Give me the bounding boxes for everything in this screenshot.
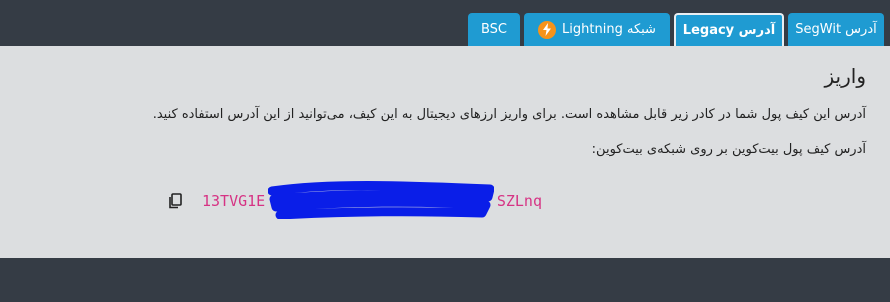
redaction-scribble xyxy=(268,181,494,219)
copy-icon[interactable] xyxy=(168,193,182,209)
tab-bsc[interactable]: BSC xyxy=(468,13,520,46)
tab-bsc-label: BSC xyxy=(480,22,508,37)
tab-lightning-label: شبکه Lightning xyxy=(562,22,656,37)
network-tabs: آدرس SegWit آدرس Legacy شبکه Lightning B… xyxy=(468,13,884,46)
tab-segwit[interactable]: آدرس SegWit xyxy=(788,13,884,46)
tab-lightning[interactable]: شبکه Lightning xyxy=(524,13,670,46)
tab-segwit-label: آدرس SegWit xyxy=(795,22,877,37)
address-row: 13TVG1E SZLnq xyxy=(168,181,542,219)
tab-bar: آدرس SegWit آدرس Legacy شبکه Lightning B… xyxy=(0,0,890,46)
address-end: SZLnq xyxy=(496,192,542,210)
address-start: 13TVG1E xyxy=(202,192,266,210)
wallet-address[interactable]: 13TVG1E SZLnq xyxy=(202,181,542,219)
address-label: آدرس کیف پول بیت‌کوین بر روی شبکه‌ی بیت‌… xyxy=(591,142,866,157)
deposit-title: واریز xyxy=(824,64,866,88)
tab-legacy[interactable]: آدرس Legacy xyxy=(674,13,784,46)
lightning-bolt-icon xyxy=(538,20,557,39)
deposit-description: آدرس این کیف پول شما در کادر زیر قابل مش… xyxy=(152,107,866,122)
tab-legacy-label: آدرس Legacy xyxy=(682,23,776,38)
deposit-panel: واریز آدرس این کیف پول شما در کادر زیر ق… xyxy=(0,46,890,258)
